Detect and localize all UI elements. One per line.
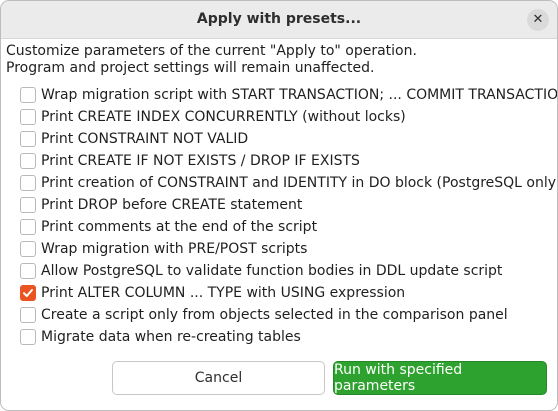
- checkbox[interactable]: [20, 263, 36, 279]
- option-pre-post-scripts[interactable]: Wrap migration with PRE/POST scripts: [20, 238, 556, 260]
- description: Customize parameters of the current "App…: [6, 43, 417, 77]
- option-migrate-data[interactable]: Migrate data when re-creating tables: [20, 326, 556, 348]
- checkbox[interactable]: [20, 241, 36, 257]
- option-label: Create a script only from objects select…: [41, 307, 508, 323]
- checkbox[interactable]: [20, 109, 36, 125]
- options-list: Wrap migration script with START TRANSAC…: [20, 84, 558, 348]
- option-drop-before-create[interactable]: Print DROP before CREATE statement: [20, 194, 556, 216]
- option-label: Print ALTER COLUMN ... TYPE with USING e…: [41, 285, 406, 301]
- checkbox[interactable]: [20, 329, 36, 345]
- apply-presets-dialog: Apply with presets... ✕ Customize parame…: [0, 0, 558, 411]
- option-label: Print CREATE INDEX CONCURRENTLY (without…: [41, 109, 406, 125]
- option-label: Wrap migration script with START TRANSAC…: [41, 87, 558, 103]
- option-if-exists[interactable]: Print CREATE IF NOT EXISTS / DROP IF EXI…: [20, 150, 556, 172]
- option-index-concurrently[interactable]: Print CREATE INDEX CONCURRENTLY (without…: [20, 106, 556, 128]
- option-do-block[interactable]: Print creation of CONSTRAINT and IDENTIT…: [20, 172, 558, 194]
- option-label: Migrate data when re-creating tables: [41, 329, 301, 345]
- close-button[interactable]: ✕: [527, 9, 549, 31]
- option-label: Wrap migration with PRE/POST scripts: [41, 241, 308, 257]
- checkbox[interactable]: [20, 87, 36, 103]
- option-label: Allow PostgreSQL to validate function bo…: [41, 263, 503, 279]
- option-label: Print comments at the end of the script: [41, 219, 318, 235]
- close-icon: ✕: [532, 12, 544, 27]
- checkbox[interactable]: [20, 197, 36, 213]
- option-alter-column-using[interactable]: Print ALTER COLUMN ... TYPE with USING e…: [20, 282, 556, 304]
- run-button[interactable]: Run with specified parameters: [333, 361, 547, 395]
- option-validate-function-bodies[interactable]: Allow PostgreSQL to validate function bo…: [20, 260, 556, 282]
- dialog-title: Apply with presets...: [196, 11, 362, 27]
- checkbox[interactable]: [20, 285, 36, 301]
- checkbox[interactable]: [20, 131, 36, 147]
- option-label: Print DROP before CREATE statement: [41, 197, 303, 213]
- cancel-button[interactable]: Cancel: [112, 361, 325, 395]
- description-line-1: Customize parameters of the current "App…: [6, 43, 417, 59]
- option-selected-objects-only[interactable]: Create a script only from objects select…: [20, 304, 556, 326]
- option-label: Print CREATE IF NOT EXISTS / DROP IF EXI…: [41, 153, 360, 169]
- checkbox[interactable]: [20, 153, 36, 169]
- option-label: Print creation of CONSTRAINT and IDENTIT…: [41, 175, 558, 191]
- dialog-content: Customize parameters of the current "App…: [1, 39, 557, 410]
- option-label: Print CONSTRAINT NOT VALID: [41, 131, 249, 147]
- check-icon: [23, 289, 33, 297]
- description-line-2: Program and project settings will remain…: [6, 60, 375, 76]
- option-comments-at-end[interactable]: Print comments at the end of the script: [20, 216, 556, 238]
- option-constraint-not-valid[interactable]: Print CONSTRAINT NOT VALID: [20, 128, 556, 150]
- checkbox[interactable]: [20, 219, 36, 235]
- checkbox[interactable]: [20, 175, 36, 191]
- checkbox[interactable]: [20, 307, 36, 323]
- option-wrap-transaction[interactable]: Wrap migration script with START TRANSAC…: [20, 84, 558, 106]
- title-bar: Apply with presets... ✕: [1, 1, 557, 39]
